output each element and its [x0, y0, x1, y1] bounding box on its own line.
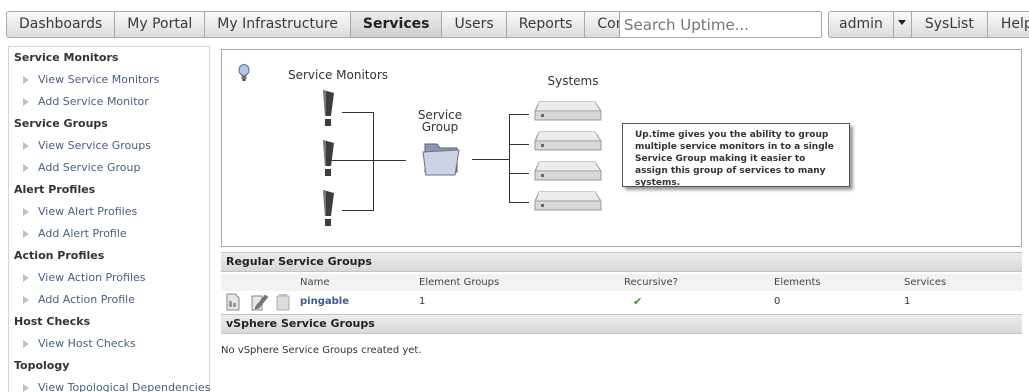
service-monitors-label: Service Monitors: [287, 68, 389, 82]
connector-line: [342, 210, 373, 211]
triangle-bullet-icon: [23, 296, 29, 304]
sidebar-section-host-checks: Host Checks: [14, 315, 91, 328]
triangle-bullet-icon: [23, 76, 29, 84]
sidebar-link-view-service-monitors[interactable]: View Service Monitors: [9, 69, 209, 91]
sidebar-link-add-alert-profile[interactable]: Add Alert Profile: [9, 223, 209, 245]
vsphere-service-groups-header: vSphere Service Groups: [221, 314, 1022, 334]
connector-line: [342, 112, 373, 113]
connector-line: [472, 159, 509, 160]
sidebar-link-view-alert-profiles[interactable]: View Alert Profiles: [9, 201, 209, 223]
sidebar-section-service-monitors: Service Monitors: [14, 51, 119, 64]
user-dropdown-arrow[interactable]: [894, 12, 912, 37]
triangle-bullet-icon: [23, 142, 29, 150]
sidebar-section-service-groups: Service Groups: [14, 117, 108, 130]
regular-service-groups-header: Regular Service Groups: [221, 252, 1022, 272]
edit-pencil-icon[interactable]: [251, 293, 269, 311]
tab-dashboards[interactable]: Dashboards: [7, 12, 116, 37]
vsphere-empty-message: No vSphere Service Groups created yet.: [221, 345, 422, 356]
service-group-label: Service Group: [408, 109, 472, 133]
services-value: 1: [904, 296, 911, 307]
connector-line: [326, 160, 406, 161]
sidebar-link-label: Add Action Profile: [38, 293, 135, 306]
search-input[interactable]: [619, 11, 822, 38]
column-header-element-groups[interactable]: Element Groups: [419, 277, 499, 288]
chevron-down-icon: [898, 20, 907, 25]
element-groups-value: 1: [419, 296, 426, 307]
service-group-label-line2: Group: [421, 120, 459, 134]
triangle-bullet-icon: [23, 340, 29, 348]
tab-users[interactable]: Users: [442, 12, 507, 37]
help-button[interactable]: Help: [988, 12, 1029, 37]
sidebar-link-label: Add Alert Profile: [38, 227, 127, 240]
sidebar-link-label: Add Service Group: [38, 161, 141, 174]
view-document-icon[interactable]: [226, 293, 240, 311]
connector-line: [509, 114, 529, 115]
column-header-elements[interactable]: Elements: [774, 277, 821, 288]
check-icon: ✔: [633, 295, 643, 308]
sidebar-link-label: View Action Profiles: [38, 271, 146, 284]
folder-icon: [422, 143, 460, 176]
sidebar-link-view-host-checks[interactable]: View Host Checks: [9, 333, 209, 355]
sidebar-link-label: View Host Checks: [38, 337, 136, 350]
tab-my-infrastructure[interactable]: My Infrastructure: [205, 12, 351, 37]
server-icon: [534, 191, 602, 211]
table-header-row: [221, 274, 1022, 291]
sidebar-section-action-profiles: Action Profiles: [14, 249, 105, 262]
triangle-bullet-icon: [23, 384, 29, 392]
connector-line: [509, 114, 510, 202]
lightbulb-icon: [238, 64, 250, 81]
sidebar-link-view-topological-dependencies[interactable]: View Topological Dependencies: [9, 377, 211, 392]
sidebar-section-topology: Topology: [14, 359, 70, 372]
info-callout: Up.time gives you the ability to group m…: [622, 123, 850, 188]
connector-line: [509, 173, 529, 174]
sidebar-section-alert-profiles: Alert Profiles: [14, 183, 96, 196]
exclamation-icon: [323, 190, 334, 226]
sidebar-link-label: View Alert Profiles: [38, 205, 138, 218]
triangle-bullet-icon: [23, 208, 29, 216]
triangle-bullet-icon: [23, 274, 29, 282]
server-icon: [534, 161, 602, 181]
triangle-bullet-icon: [23, 98, 29, 106]
triangle-bullet-icon: [23, 230, 29, 238]
main-nav-tabs: Dashboards My Portal My Infrastructure S…: [6, 11, 656, 38]
connector-line: [373, 112, 374, 211]
server-icon: [534, 131, 602, 151]
syslist-button[interactable]: SysList: [912, 12, 988, 37]
sidebar-link-add-service-monitor[interactable]: Add Service Monitor: [9, 91, 209, 113]
sidebar-link-view-action-profiles[interactable]: View Action Profiles: [9, 267, 209, 289]
group-name-link[interactable]: pingable: [300, 296, 349, 307]
triangle-bullet-icon: [23, 164, 29, 172]
user-nav-group: admin SysList Help: [828, 11, 1029, 38]
sidebar-link-label: View Service Groups: [38, 139, 151, 152]
user-menu-button[interactable]: admin: [829, 12, 894, 37]
main-content: Service Monitors Service Group Systems U…: [220, 46, 1023, 392]
sidebar-link-add-action-profile[interactable]: Add Action Profile: [9, 289, 209, 311]
sidebar-link-view-service-groups[interactable]: View Service Groups: [9, 135, 209, 157]
server-icon: [534, 101, 602, 121]
sidebar: Service Monitors View Service Monitors A…: [8, 46, 210, 392]
sidebar-link-label: View Topological Dependencies: [38, 381, 211, 392]
delete-trash-icon[interactable]: [276, 293, 290, 311]
elements-value: 0: [774, 296, 781, 307]
connector-line: [509, 202, 529, 203]
tab-reports[interactable]: Reports: [507, 12, 586, 37]
top-navigation-bar: Dashboards My Portal My Infrastructure S…: [0, 0, 1029, 46]
sidebar-link-label: Add Service Monitor: [38, 95, 149, 108]
sidebar-link-label: View Service Monitors: [38, 73, 160, 86]
service-group-diagram: Service Monitors Service Group Systems U…: [221, 49, 1022, 247]
tab-services[interactable]: Services: [350, 12, 443, 37]
exclamation-icon: [323, 90, 334, 126]
tab-my-portal[interactable]: My Portal: [115, 12, 206, 37]
column-header-name[interactable]: Name: [300, 277, 330, 288]
column-header-services[interactable]: Services: [904, 277, 946, 288]
column-header-recursive[interactable]: Recursive?: [624, 277, 678, 288]
sidebar-link-add-service-group[interactable]: Add Service Group: [9, 157, 209, 179]
exclamation-icon: [323, 140, 334, 176]
systems-label: Systems: [547, 74, 599, 88]
connector-line: [509, 144, 529, 145]
